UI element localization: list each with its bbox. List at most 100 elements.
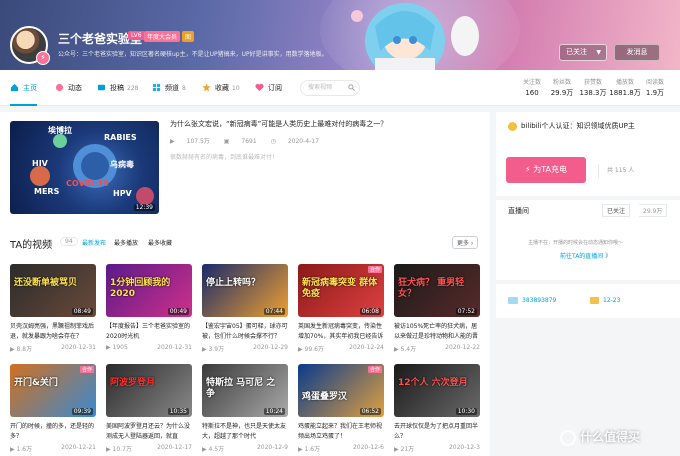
videos-section-title: TA的视频 bbox=[10, 240, 53, 251]
video-title[interactable]: 【年度报告】三个老爸实验室的2020时光机 bbox=[106, 322, 192, 342]
stat-likes: 获赞数 138.3万 bbox=[579, 79, 607, 97]
video-date: 2020-12-31 bbox=[61, 344, 96, 351]
video-card[interactable]: 12个人 六次登月 10:30 去开球仅仅是为了把点月重回半么？ ▶ 21万 20… bbox=[394, 364, 480, 453]
video-title[interactable]: 【鉴宏宇宙05】蛋可释，球亦可被，包们什么时候会撑不行？ bbox=[202, 322, 288, 342]
video-title[interactable]: 贝壳汉姆亮强，黑蹶祖制菲戏后退，就发暴跟为啥会存在？ bbox=[10, 322, 96, 342]
video-meta: ▶ 3.9万 2020-12-29 bbox=[202, 344, 288, 353]
featured-video-title[interactable]: 为什么张文宏说，“新冠病毒”可能是人类历史上最难对付的病毒之一？ bbox=[170, 119, 387, 129]
avatar[interactable]: ⚡ bbox=[10, 26, 50, 65]
video-card[interactable]: 狂犬病？ 重男轻女？ 07:52 被访105%死亡率的狂犬病，居以来做过是珍特动… bbox=[394, 264, 480, 353]
featured-date: 2020-4-17 bbox=[287, 138, 319, 145]
video-card[interactable]: 停止上转吗？ 07:44 【鉴宏宇宙05】蛋可释，球亦可被，包们什么时候会撑不行… bbox=[202, 264, 288, 353]
star-icon bbox=[202, 82, 211, 91]
video-meta: ▶ 4.5万 2020-12-9 bbox=[202, 444, 288, 453]
sort-most-played[interactable]: 最多播放 bbox=[114, 238, 138, 247]
video-thumb-caption: 停止上转吗？ bbox=[206, 278, 261, 288]
live-room-title: 直播间 bbox=[508, 207, 529, 215]
video-card[interactable]: 新冠病毒突变 群体免疫 合作 06:08 英国发生新冠病毒突变，传染性增加70%… bbox=[298, 264, 384, 353]
video-thumbnail[interactable]: 开门&关门 合作 09:39 bbox=[10, 364, 96, 417]
collab-tag: 合作 bbox=[367, 266, 382, 273]
video-meta: ▶ 1.6万 2020-12-6 bbox=[298, 444, 384, 453]
charge-button[interactable]: ⚡ 为TA充电 bbox=[506, 157, 586, 183]
message-button[interactable]: 发消息 bbox=[614, 44, 660, 61]
verified-badge-icon: ⚡ bbox=[36, 51, 50, 65]
follow-button-label: 已关注 bbox=[566, 48, 587, 56]
video-date: 2020-12-24 bbox=[349, 344, 384, 351]
video-duration: 10:35 bbox=[167, 408, 189, 415]
video-thumb-caption: 阿波罗登月 bbox=[110, 378, 156, 388]
video-title[interactable]: 特斯拉不是神，也只是天使太友大，超越了那个时代 bbox=[202, 422, 288, 442]
chevron-down-icon: ▼ bbox=[596, 49, 601, 56]
video-thumbnail[interactable]: 12个人 六次登月 10:30 bbox=[394, 364, 480, 417]
video-thumbnail[interactable]: 停止上转吗？ 07:44 bbox=[202, 264, 288, 317]
thumb-label-hiv: HIV bbox=[32, 159, 48, 168]
video-title[interactable]: 鸡蛋能立起来？我们在王老师视频出场立鸡蛋了！ bbox=[298, 422, 384, 442]
certification: bilibili个人认证：知识领域优质UP主 bbox=[508, 121, 635, 131]
video-card[interactable]: 开门&关门 合作 09:39 开门的时候，撞的多，还是轻的多？ ▶ 1.6万 20… bbox=[10, 364, 96, 453]
video-title[interactable]: 开门的时候，撞的多，还是轻的多？ bbox=[10, 422, 96, 442]
live-fans-count: 29.9万 bbox=[639, 204, 668, 217]
upload-icon bbox=[97, 84, 106, 90]
search-icon[interactable] bbox=[348, 84, 355, 91]
video-date: 2020-12-17 bbox=[157, 444, 192, 451]
sort-most-favorited[interactable]: 最多收藏 bbox=[148, 238, 172, 247]
tab-upload[interactable]: 投稿 228 bbox=[97, 70, 138, 106]
video-duration: 09:39 bbox=[71, 408, 93, 415]
featured-duration: 12:39 bbox=[133, 204, 155, 211]
play-icon: ▶ bbox=[170, 138, 175, 145]
video-card[interactable]: 阿波罗登月 10:35 美国阿波罗登月还云？为什么没测成无人登陆器返回，就直 ▶… bbox=[106, 364, 192, 453]
video-date: 2020-12-31 bbox=[157, 344, 192, 351]
video-title[interactable]: 英国发生新冠病毒突变，传染性增加70%，其实年初我已经告诉了 bbox=[298, 322, 384, 342]
vip-badge: 年度大会员 bbox=[144, 31, 181, 42]
heart-icon bbox=[255, 83, 264, 91]
stat-following[interactable]: 关注数 160 bbox=[516, 78, 548, 99]
stat-reads: 阅读数 1.9万 bbox=[645, 79, 665, 97]
video-date: 2020-12-3 bbox=[448, 444, 480, 451]
video-meta: ▶ 1.6万 2020-12-21 bbox=[10, 444, 96, 453]
thumb-label-rabies: RABIES bbox=[104, 133, 137, 142]
video-thumbnail[interactable]: 鸡蛋叠罗汉 合作 06:52 bbox=[298, 364, 384, 417]
video-thumb-caption: 新冠病毒突变 群体免疫 bbox=[302, 278, 378, 299]
stat-plays: 播放数 1881.8万 bbox=[609, 79, 641, 97]
thumb-label-mers: MERS bbox=[34, 187, 60, 196]
video-thumbnail[interactable]: 新冠病毒突变 群体免疫 合作 06:08 bbox=[298, 264, 384, 317]
video-thumbnail[interactable]: 阿波罗登月 10:35 bbox=[106, 364, 192, 417]
video-card[interactable]: 鸡蛋叠罗汉 合作 06:52 鸡蛋能立起来？我们在王老师视频出场立鸡蛋了！ ▶ … bbox=[298, 364, 384, 453]
tab-channel[interactable]: 频道 8 bbox=[152, 70, 186, 106]
video-thumb-caption: 12个人 六次登月 bbox=[398, 378, 468, 388]
sort-latest[interactable]: 最新发布 bbox=[82, 238, 106, 247]
video-duration: 06:08 bbox=[359, 308, 381, 315]
thumb-label-hpv: HPV bbox=[113, 189, 132, 198]
video-duration: 00:49 bbox=[167, 308, 189, 315]
video-thumbnail[interactable]: 还没断单被骂贝 08:49 bbox=[10, 264, 96, 317]
comment-icon: ▣ bbox=[223, 138, 230, 145]
tab-dynamic[interactable]: 动态 bbox=[55, 70, 82, 106]
live-room-link[interactable]: 前往TA的直播间 》 bbox=[560, 251, 611, 260]
video-date: 2020-12-22 bbox=[445, 344, 480, 351]
video-thumbnail[interactable]: 特斯拉 马可尼 之争 10:24 bbox=[202, 364, 288, 417]
watermark: 什么值得买 bbox=[560, 428, 640, 446]
stat-followers[interactable]: 粉丝数 29.9万 bbox=[546, 78, 578, 99]
video-title[interactable]: 美国阿波罗登月还云？为什么没测成无人登陆器返回，就直 bbox=[106, 422, 192, 442]
video-thumbnail[interactable]: 狂犬病？ 重男轻女？ 07:52 bbox=[394, 264, 480, 317]
video-thumbnail[interactable]: 1分钟回顾我的2020 00:49 bbox=[106, 264, 192, 317]
video-title[interactable]: 被访105%死亡率的狂犬病，居以来做过是珍特动物和人能的晋 bbox=[394, 322, 480, 342]
tab-subscriptions[interactable]: 订阅 bbox=[255, 70, 282, 106]
video-card[interactable]: 特斯拉 马可尼 之争 10:24 特斯拉不是神，也只是天使太友大，超越了那个时代… bbox=[202, 364, 288, 453]
watermark-logo-icon bbox=[560, 429, 576, 446]
video-card[interactable]: 还没断单被骂贝 08:49 贝壳汉姆亮强，黑蹶祖制菲戏后退，就发暴跟为啥会存在？… bbox=[10, 264, 96, 353]
video-date: 2020-12-21 bbox=[61, 444, 96, 451]
search-input[interactable]: 搜索视频 bbox=[300, 80, 360, 96]
live-follow-button[interactable]: 已关注 bbox=[602, 204, 631, 217]
video-title[interactable]: 去开球仅仅是为了把点月重回半么？ bbox=[394, 422, 480, 442]
tab-home[interactable]: 主页 bbox=[10, 70, 37, 106]
more-videos-button[interactable]: 更多 › bbox=[452, 236, 479, 249]
live-offline-note: 主播不在，开播的时候会在动态通知你哦～ bbox=[528, 240, 624, 246]
follow-button[interactable]: 已关注 ▼ bbox=[559, 44, 607, 61]
video-card[interactable]: 1分钟回顾我的2020 00:49 【年度报告】三个老爸实验室的2020时光机 … bbox=[106, 264, 192, 351]
featured-video-thumbnail[interactable]: 埃博拉 RABIES HIV 乌病毒 MERS COVID-19 HPV 12:… bbox=[10, 121, 159, 214]
video-meta: ▶ 5.4万 2020-12-22 bbox=[394, 344, 480, 353]
tab-favorites[interactable]: 收藏 10 bbox=[202, 70, 240, 106]
home-icon bbox=[10, 83, 19, 91]
video-meta: ▶ 1905 2020-12-31 bbox=[106, 344, 192, 351]
